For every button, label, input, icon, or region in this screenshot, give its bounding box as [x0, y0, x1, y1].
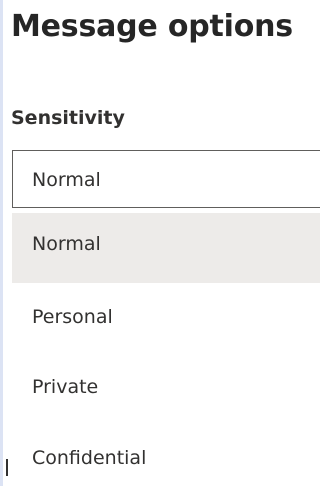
option-normal[interactable]: Normal: [12, 213, 320, 283]
option-label: Normal: [32, 233, 101, 255]
option-personal[interactable]: Personal: [12, 286, 320, 356]
option-private[interactable]: Private: [12, 356, 320, 426]
option-confidential[interactable]: Confidential: [12, 427, 320, 486]
sensitivity-label: Sensitivity: [11, 107, 125, 129]
option-label: Private: [32, 376, 99, 398]
option-label: Confidential: [32, 447, 147, 469]
panel-left-edge: [0, 0, 3, 486]
sensitivity-dropdown[interactable]: Normal: [12, 150, 320, 208]
sensitivity-options-list: Normal Personal Private Confidential: [12, 213, 320, 486]
sensitivity-selected-value: Normal: [32, 169, 101, 191]
option-label: Personal: [32, 306, 113, 328]
scrollbar-thumb[interactable]: [6, 459, 8, 476]
message-options-panel: Message options Sensitivity Normal Norma…: [0, 0, 320, 486]
panel-title: Message options: [11, 9, 293, 44]
